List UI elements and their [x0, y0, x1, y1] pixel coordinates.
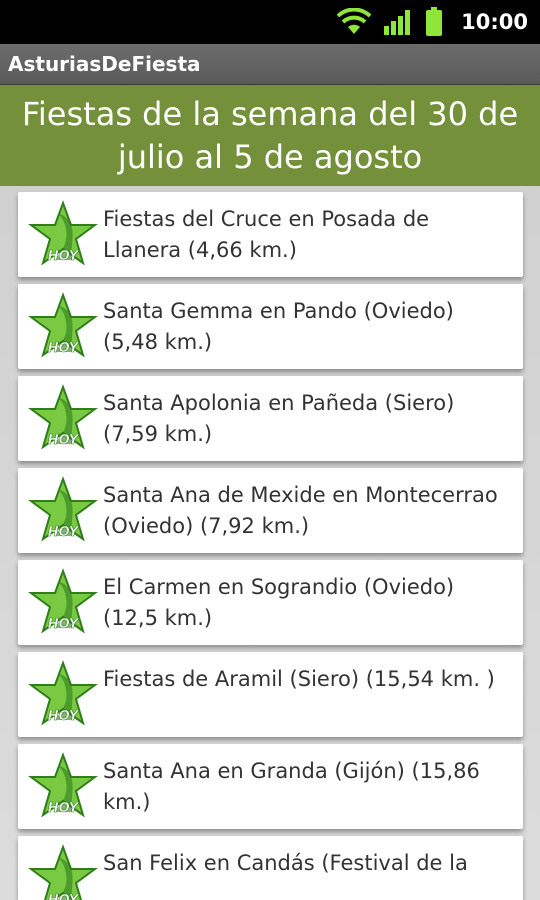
list-item-text: San Felix en Candás (Festival de la — [103, 851, 468, 875]
list-item[interactable]: HOY Santa Gemma en Pando (Oviedo) (5,48 … — [18, 284, 523, 369]
list-item-text: Santa Ana en Granda (Gijón) (15,86 km.) — [103, 759, 480, 814]
list-item-text: Fiestas de Aramil (Siero) (15,54 km. ) — [103, 667, 495, 691]
signal-icon — [384, 10, 411, 35]
app-title-bar: AsturiasDeFiesta — [0, 44, 540, 85]
hoy-star-icon: HOY — [28, 660, 98, 726]
hoy-badge-label: HOY — [48, 893, 80, 900]
list-item-text: Santa Gemma en Pando (Oviedo) (5,48 km.) — [103, 299, 454, 354]
list-item[interactable]: HOY Santa Ana de Mexide en Montecerrao (… — [18, 468, 523, 553]
status-clock: 10:00 — [461, 10, 528, 34]
list-item[interactable]: HOY Santa Apolonia en Pañeda (Siero) (7,… — [18, 376, 523, 461]
list-item-text: Fiestas del Cruce en Posada de Llanera (… — [103, 207, 430, 262]
list-item-text: Santa Apolonia en Pañeda (Siero) (7,59 k… — [103, 391, 455, 446]
list-item[interactable]: HOY Fiestas del Cruce en Posada de Llane… — [18, 192, 523, 277]
list-item[interactable]: HOY San Felix en Candás (Festival de la — [18, 836, 523, 900]
hoy-badge-label: HOY — [48, 709, 80, 724]
hoy-badge-label: HOY — [48, 341, 80, 356]
battery-icon — [426, 7, 443, 36]
week-header: Fiestas de la semana del 30 de julio al … — [0, 85, 540, 186]
hoy-badge-label: HOY — [48, 249, 80, 264]
hoy-badge-label: HOY — [48, 801, 80, 816]
hoy-star-icon: HOY — [28, 292, 98, 358]
hoy-star-icon: HOY — [28, 568, 98, 634]
wifi-icon — [337, 8, 372, 34]
hoy-star-icon: HOY — [28, 476, 98, 542]
list-item[interactable]: HOY Santa Ana en Granda (Gijón) (15,86 k… — [18, 744, 523, 829]
hoy-star-icon: HOY — [28, 200, 98, 266]
list-item[interactable]: HOY Fiestas de Aramil (Siero) (15,54 km.… — [18, 652, 523, 737]
hoy-star-icon: HOY — [28, 844, 98, 900]
hoy-star-icon: HOY — [28, 384, 98, 450]
status-icons: 10:00 — [337, 6, 528, 38]
status-bar: 10:00 — [0, 0, 540, 44]
hoy-star-icon: HOY — [28, 752, 98, 818]
hoy-badge-label: HOY — [48, 617, 80, 632]
hoy-badge-label: HOY — [48, 433, 80, 448]
list-screen[interactable]: Fiestas de la semana del 30 de julio al … — [0, 85, 540, 900]
list-item[interactable]: HOY El Carmen en Sograndio (Oviedo) (12,… — [18, 560, 523, 645]
list-item-text: Santa Ana de Mexide en Montecerrao (Ovie… — [103, 483, 498, 538]
list-item-text: El Carmen en Sograndio (Oviedo) (12,5 km… — [103, 575, 455, 630]
app-title: AsturiasDeFiesta — [8, 52, 201, 76]
hoy-badge-label: HOY — [48, 525, 80, 540]
